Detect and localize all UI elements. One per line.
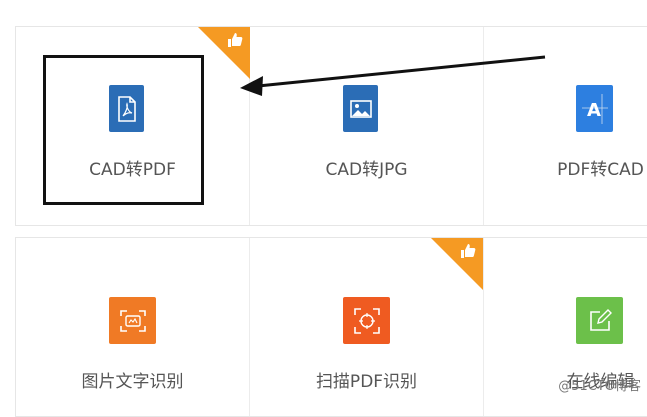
tool-tile-cad-to-jpg[interactable]: CAD转JPG xyxy=(198,27,483,225)
tool-label: 扫描PDF识别 xyxy=(315,372,418,392)
tool-tile-image-text-recognition[interactable]: 图片文字识别 xyxy=(16,238,249,416)
tool-tile-pdf-to-cad[interactable]: A PDF转CAD xyxy=(484,27,647,225)
watermark: @51CTO博客 xyxy=(558,379,641,394)
scan-target-icon xyxy=(343,297,390,344)
tool-tile-scan-pdf-recognition[interactable]: 扫描PDF识别 xyxy=(250,238,483,416)
highlight-box xyxy=(43,55,204,205)
tool-label: PDF转CAD xyxy=(557,160,644,180)
image-icon xyxy=(343,85,378,132)
thumbs-up-icon xyxy=(459,242,477,264)
edit-icon xyxy=(576,297,623,344)
tool-label: 图片文字识别 xyxy=(81,372,184,392)
svg-text:A: A xyxy=(587,100,601,121)
scan-text-icon xyxy=(109,297,156,344)
tool-label: CAD转JPG xyxy=(325,160,408,180)
cad-drawing-icon: A xyxy=(576,85,613,132)
thumbs-up-icon xyxy=(226,31,244,53)
tools-row-2: 图片文字识别 扫描PDF识别 在线编辑 xyxy=(15,237,647,417)
